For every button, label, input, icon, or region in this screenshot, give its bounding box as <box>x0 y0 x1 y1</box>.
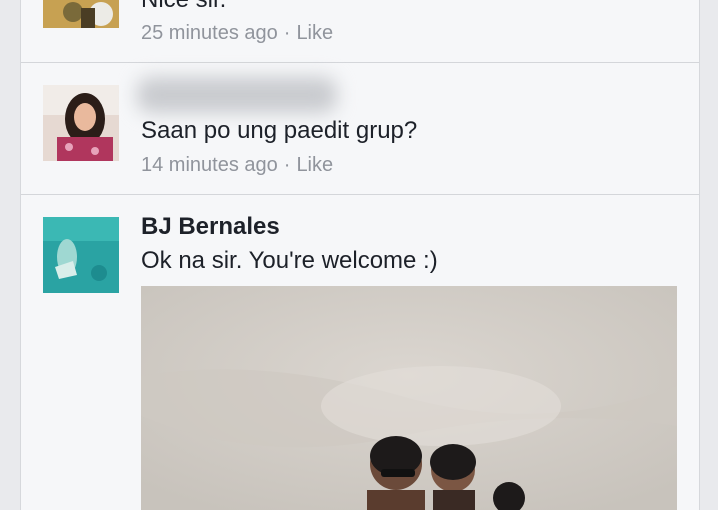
comment-timestamp: 25 minutes ago <box>141 22 278 44</box>
comment-meta: 14 minutes ago · Like <box>141 154 333 177</box>
comment-item: Saan po ung paedit grup? 14 minutes ago ·… <box>21 63 699 194</box>
comment-item: Nice sir. 25 minutes ago·Like <box>21 0 699 62</box>
comment-text: Ok na sir. You're welcome :) <box>141 247 438 274</box>
commenter-avatar[interactable] <box>43 0 119 28</box>
blurred-commenter-name <box>137 77 337 113</box>
commenter-name[interactable]: BJ Bernales <box>141 213 280 241</box>
comments-panel: Nice sir. 25 minutes ago·Like Saan po un… <box>20 0 700 510</box>
comment-text: Saan po ung paedit grup? <box>141 117 418 144</box>
like-link[interactable]: Like <box>296 22 333 44</box>
commenter-avatar[interactable] <box>43 217 119 293</box>
commenter-avatar[interactable] <box>43 85 119 161</box>
comment-text: Nice sir. <box>141 0 226 14</box>
meta-separator: · <box>283 22 291 44</box>
meta-separator: · <box>283 154 291 176</box>
comment-attached-photo[interactable] <box>141 286 677 510</box>
comment-meta: 25 minutes ago · Like <box>141 22 333 45</box>
like-link[interactable]: Like <box>296 154 333 176</box>
comment-timestamp: 14 minutes ago <box>141 154 278 176</box>
